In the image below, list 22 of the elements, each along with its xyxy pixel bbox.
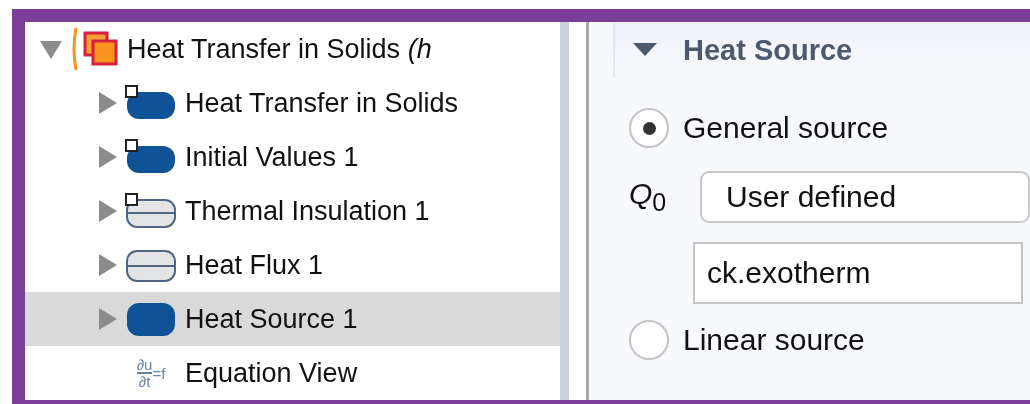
flame-icon bbox=[71, 27, 79, 71]
radio-label: Linear source bbox=[683, 323, 865, 357]
tree-item[interactable]: Heat Transfer in Solids (h bbox=[25, 22, 560, 76]
domain-default-icon bbox=[125, 139, 177, 175]
domain-default-icon bbox=[125, 85, 177, 121]
collapse-arrow-icon bbox=[633, 43, 657, 57]
tree-item[interactable]: Heat Transfer in Solids bbox=[25, 76, 560, 130]
boundary-icon bbox=[125, 247, 177, 283]
tree-item[interactable]: Thermal Insulation 1 bbox=[25, 184, 560, 238]
boundary-default-icon bbox=[125, 193, 177, 229]
source-dropdown[interactable]: User defined bbox=[700, 171, 1030, 223]
radio-label: General source bbox=[683, 111, 889, 145]
tree-item[interactable]: Initial Values 1 bbox=[25, 130, 560, 184]
domain-icon bbox=[125, 301, 177, 337]
source-label: Q$_{0}$ bbox=[629, 177, 668, 217]
physics-cube-icon bbox=[83, 31, 119, 67]
section-header[interactable]: Heat Source bbox=[613, 22, 1030, 78]
tree-item[interactable]: Heat Source 1 bbox=[25, 292, 560, 346]
radio-button[interactable] bbox=[629, 320, 669, 360]
radio-button[interactable] bbox=[629, 108, 669, 148]
tree-item[interactable]: Heat Flux 1 bbox=[25, 238, 560, 292]
expression-field[interactable]: ck.exotherm bbox=[693, 242, 1023, 304]
